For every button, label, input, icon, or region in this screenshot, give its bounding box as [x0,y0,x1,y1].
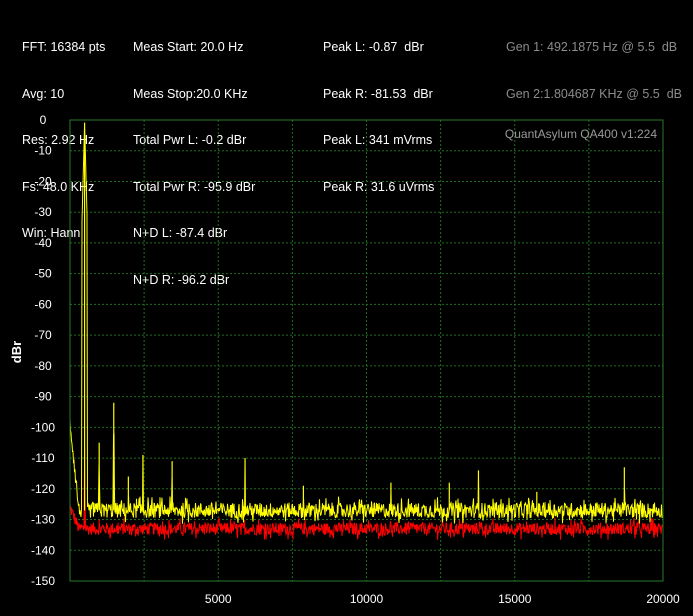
y-tick-label: -50 [34,267,52,281]
y-tick-label: -60 [34,297,52,311]
y-axis-label: dBr [9,341,24,363]
spectrum-chart: 0 -10 -20 -30 -40 -50 -60 -70 -80 -90 -100 -110 -120… [9,113,680,606]
y-tick-label: -120 [31,482,55,496]
y-tick-label: -110 [31,451,54,465]
x-axis-ticks: 5000 10000 15000 20000 [205,592,680,606]
x-tick-label: 5000 [205,592,232,606]
y-tick-label: -100 [31,420,55,434]
y-tick-label: -140 [31,543,55,557]
watermark: QuantAsylum QA400 v1:224 [505,127,657,141]
x-tick-label: 10000 [350,592,384,606]
y-tick-label: -130 [31,513,55,527]
y-tick-label: -70 [34,328,52,342]
y-tick-label: -40 [34,236,52,250]
x-tick-label: 15000 [498,592,532,606]
y-tick-label: -30 [34,205,52,219]
y-tick-label: 0 [40,113,47,127]
y-tick-label: -20 [34,174,52,188]
y-axis-ticks: 0 -10 -20 -30 -40 -50 -60 -70 -80 -90 -100 -110 -120… [31,113,55,588]
x-tick-label: 20000 [646,592,680,606]
y-tick-label: -80 [34,359,52,373]
y-tick-label: -150 [31,574,55,588]
y-tick-label: -90 [34,390,52,404]
y-tick-label: -10 [34,144,52,158]
